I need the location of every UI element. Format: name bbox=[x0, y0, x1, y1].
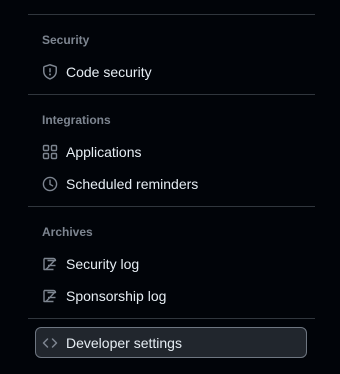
divider bbox=[28, 318, 315, 319]
settings-sidebar-nav: Security Code security Integrations Appl… bbox=[28, 0, 315, 358]
divider bbox=[28, 94, 315, 95]
section-heading-integrations: Integrations bbox=[42, 113, 111, 127]
sidebar-item-code-security[interactable]: Code security bbox=[28, 56, 315, 88]
sidebar-item-label: Scheduled reminders bbox=[66, 176, 199, 192]
sidebar-item-label: Security log bbox=[66, 256, 140, 272]
sidebar-item-scheduled-reminders[interactable]: Scheduled reminders bbox=[28, 168, 315, 200]
section-heading-archives: Archives bbox=[42, 225, 93, 239]
apps-grid-icon bbox=[42, 144, 58, 160]
section-heading-security: Security bbox=[42, 33, 90, 47]
sidebar-item-label: Developer settings bbox=[66, 334, 182, 351]
clock-icon bbox=[42, 176, 58, 192]
code-icon bbox=[42, 335, 58, 351]
sidebar-item-label: Sponsorship log bbox=[66, 288, 167, 304]
divider bbox=[28, 14, 315, 15]
section-integrations: Integrations Applications Scheduled remi… bbox=[28, 111, 315, 200]
sidebar-item-security-log[interactable]: Security log bbox=[28, 248, 315, 280]
sidebar-item-developer-settings[interactable]: Developer settings bbox=[35, 327, 307, 358]
sidebar-item-sponsorship-log[interactable]: Sponsorship log bbox=[28, 280, 315, 312]
section-security: Security Code security bbox=[28, 31, 315, 88]
section-archives: Archives Security log Sponsorship log bbox=[28, 223, 315, 312]
log-icon bbox=[42, 288, 58, 304]
sidebar-item-label: Applications bbox=[66, 144, 142, 160]
sidebar-item-applications[interactable]: Applications bbox=[28, 136, 315, 168]
divider bbox=[28, 206, 315, 207]
shield-icon bbox=[42, 64, 58, 80]
log-icon bbox=[42, 256, 58, 272]
sidebar-item-label: Code security bbox=[66, 64, 152, 80]
